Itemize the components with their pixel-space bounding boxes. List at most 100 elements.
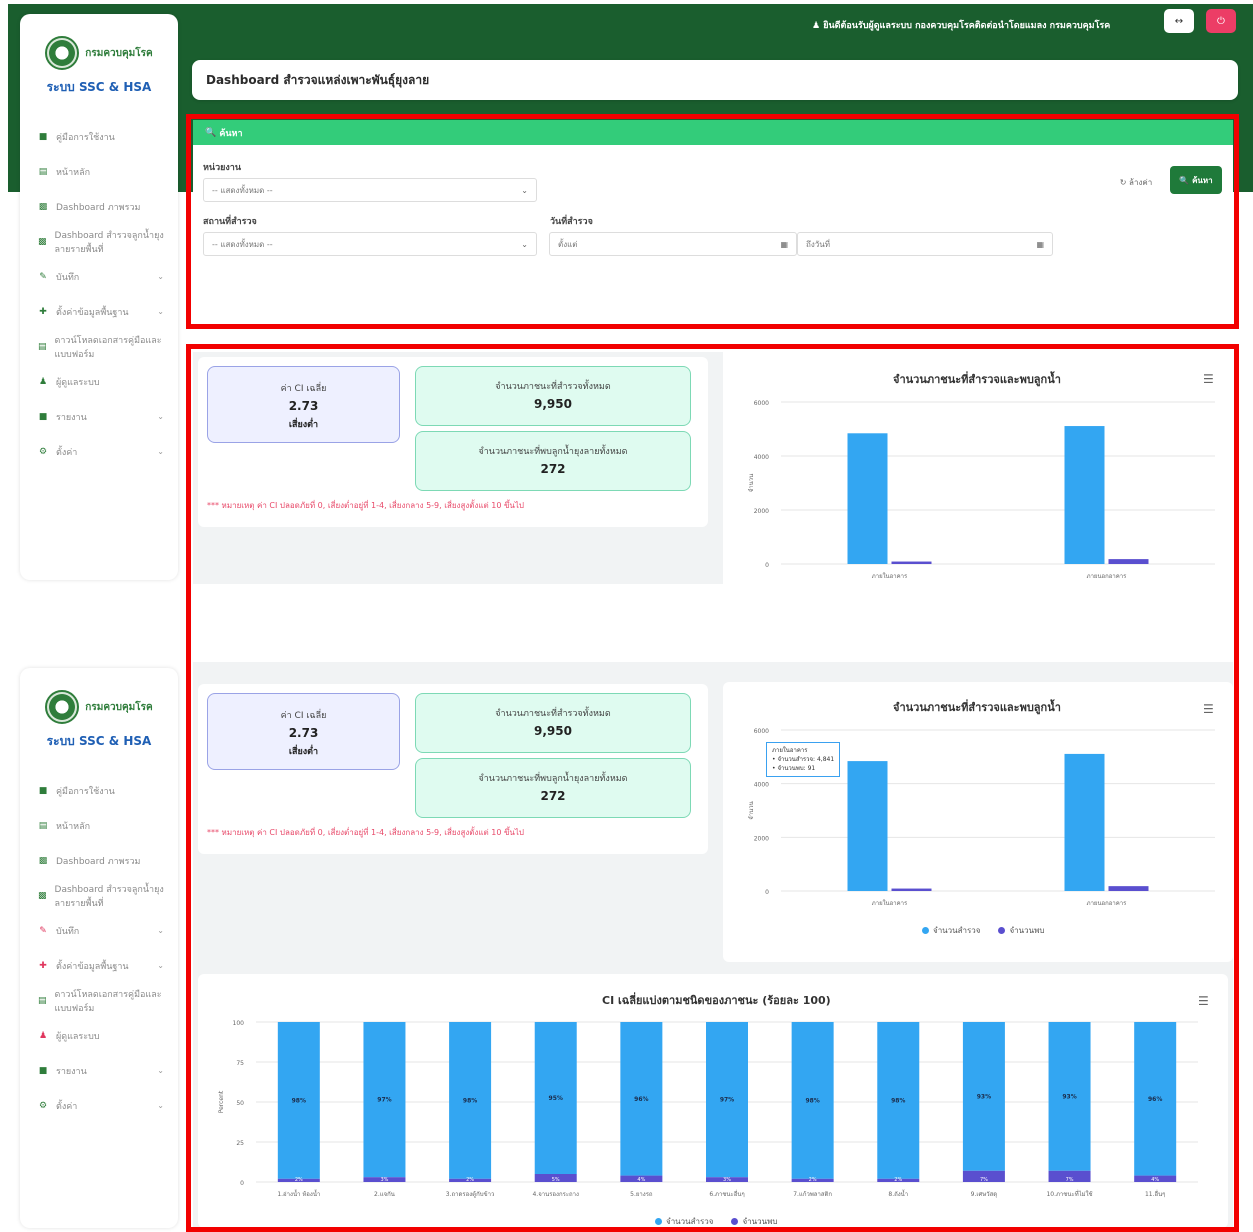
ci-average-box: ค่า CI เฉลี่ย 2.73 เสี่ยงต่ำ: [207, 693, 400, 770]
surveyed-value: 9,950: [534, 724, 572, 738]
sidebar-item-report[interactable]: ■ รายงาน ⌄: [20, 1053, 178, 1088]
sidebar-item-dashboard-area[interactable]: ▩ Dashboard สำรวจลูกน้ำยุงลายรายพื้นที่: [20, 224, 178, 259]
search-icon: 🔍: [1179, 175, 1193, 185]
ci-value: 2.73: [288, 726, 319, 740]
x-tick-label: 1.อ่างน้ำ ห้องน้ำ: [277, 1188, 320, 1198]
system-title: ระบบ SSC & HSA: [46, 80, 152, 94]
gear-icon: ⚙: [38, 446, 48, 457]
calendar-icon: ▦: [1036, 239, 1044, 249]
date-to-input[interactable]: ถึงวันที่ ▦: [797, 232, 1053, 256]
ci-note: *** หมายเหตุ ค่า CI ปลอดภัยที่ 0, เสี่ยง…: [207, 828, 524, 837]
y-tick-label: 100: [233, 1020, 245, 1027]
data-label: 2%: [295, 1177, 303, 1183]
search-panel-header: 🔍 ค้นหา: [193, 120, 1233, 145]
chart-icon: ▩: [38, 236, 47, 247]
sidebar-item-home[interactable]: ▤ หน้าหลัก: [20, 154, 178, 189]
user-icon: ♟: [38, 1030, 48, 1041]
y-tick-label: 6000: [754, 728, 769, 735]
unit-select[interactable]: -- แสดงทั้งหมด -- ⌄: [203, 178, 537, 202]
found-count-box: จำนวนภาชนะที่พบลูกน้ำยุงลายทั้งหมด 272: [415, 758, 691, 818]
sidebar-item-settings[interactable]: ⚙ ตั้งค่า ⌄: [20, 1088, 178, 1123]
legend-item-found[interactable]: จำนวนพบ: [731, 1215, 777, 1228]
chevron-down-icon: ⌄: [157, 412, 164, 421]
container-chart-svg-2: 0 2000 4000 6000 จำนวนภายในอาคาร ภายนอกอาคาร: [748, 728, 1215, 907]
ddc-seal-icon: [45, 690, 80, 724]
ddc-seal-icon: [45, 36, 80, 70]
x-tick-label: ภายนอกอาคาร: [1087, 573, 1128, 580]
sidebar-item-admin[interactable]: ♟ ผู้ดูแลระบบ: [20, 364, 178, 399]
power-icon: ⏻: [1217, 15, 1225, 27]
data-label: 98%: [292, 1097, 306, 1104]
bar: [1064, 753, 1105, 891]
chevron-down-icon: ⌄: [157, 307, 164, 316]
data-label: 5%: [552, 1177, 560, 1183]
bar: [891, 561, 932, 564]
chevron-down-icon: ⌄: [157, 961, 164, 970]
gear-icon: ⚙: [38, 1100, 48, 1111]
sidebar-item-home[interactable]: ▤ หน้าหลัก: [20, 808, 178, 843]
document-icon: ▤: [38, 341, 47, 352]
reset-button[interactable]: ↻ ล้างค่า: [1110, 170, 1162, 194]
chevron-down-icon: ⌄: [157, 926, 164, 935]
x-tick-label: 3.ถาดรองตู้กับข้าว: [446, 1191, 495, 1198]
data-label: 2%: [466, 1177, 474, 1183]
logout-button[interactable]: ⏻: [1206, 9, 1236, 33]
sidebar-item-manual[interactable]: ■ คู่มือการใช้งาน: [20, 773, 178, 808]
sidebar-item-manual[interactable]: ■ คู่มือการใช้งาน: [20, 119, 178, 154]
page-title: Dashboard สำรวจแหล่งเพาะพันธุ์ยุงลาย: [192, 60, 1238, 100]
legend-item-surveyed[interactable]: จำนวนสำรวจ: [922, 924, 980, 937]
x-tick-label: 8.ถังน้ำ: [888, 1188, 908, 1198]
data-label: 96%: [634, 1096, 648, 1103]
home-icon: ▤: [38, 166, 48, 177]
sidebar-item-dashboard[interactable]: ▩ Dashboard ภาพรวม: [20, 843, 178, 878]
data-label: 3%: [380, 1177, 388, 1183]
data-label: 98%: [463, 1097, 477, 1104]
chart-tooltip: ภายในอาคาร • จำนวนสำรวจ: 4,841 • จำนวนพบ…: [766, 742, 841, 777]
x-tick-label: 4.จานรองกระถาง: [532, 1191, 579, 1198]
sidebar-item-report[interactable]: ■ รายงาน ⌄: [20, 399, 178, 434]
sidebar-item-download[interactable]: ▤ ดาวน์โหลดเอกสารคู่มือและแบบฟอร์ม: [20, 983, 178, 1018]
place-select[interactable]: -- แสดงทั้งหมด -- ⌄: [203, 232, 537, 256]
system-title: ระบบ SSC & HSA: [46, 734, 152, 748]
chevron-down-icon: ⌄: [157, 272, 164, 281]
user-icon: ♟: [812, 21, 824, 31]
sidebar-item-basic-settings[interactable]: ✚ ตั้งค่าข้อมูลพื้นฐาน ⌄: [20, 948, 178, 983]
sidebar: กรมควบคุมโรค ระบบ SSC & HSA ■ คู่มือการใช…: [20, 14, 178, 580]
legend-item-surveyed[interactable]: จำนวนสำรวจ: [655, 1215, 713, 1228]
chevron-down-icon: ⌄: [521, 239, 528, 249]
x-tick-label: ภายนอกอาคาร: [1087, 900, 1128, 907]
sidebar-item-basic-settings[interactable]: ✚ ตั้งค่าข้อมูลพื้นฐาน ⌄: [20, 294, 178, 329]
chart-legend: จำนวนสำรวจ จำนวนพบ: [922, 924, 1044, 937]
sidebar-item-record[interactable]: ✎ บันทึก ⌄: [20, 913, 178, 948]
y-tick-label: 50: [236, 1100, 244, 1107]
sidebar-item-record[interactable]: ✎ บันทึก ⌄: [20, 259, 178, 294]
ci-level: เสี่ยงต่ำ: [288, 747, 319, 757]
found-value: 272: [540, 462, 566, 476]
container-chart-svg: 0 2000 4000 6000 จำนวนภายในอาคาร ภายนอกอาคาร: [748, 400, 1215, 580]
sidebar-item-download[interactable]: ▤ ดาวน์โหลดเอกสารคู่มือและแบบฟอร์ม: [20, 329, 178, 364]
found-count-box: จำนวนภาชนะที่พบลูกน้ำยุงลายทั้งหมด 272: [415, 431, 691, 491]
ci-level: เสี่ยงต่ำ: [288, 420, 319, 430]
sidebar-item-dashboard[interactable]: ▩ Dashboard ภาพรวม: [20, 189, 178, 224]
legend-item-found[interactable]: จำนวนพบ: [998, 924, 1044, 937]
y-axis-label: Percent: [218, 1090, 225, 1113]
document-icon: ▤: [38, 995, 47, 1006]
x-tick-label: 10.ภาชนะที่ไม่ใช้: [1046, 1190, 1092, 1198]
sidebar-item-dashboard-area[interactable]: ▩ Dashboard สำรวจลูกน้ำยุงลายรายพื้นที่: [20, 878, 178, 913]
surveyed-label: จำนวนภาชนะที่สำรวจทั้งหมด: [495, 709, 611, 719]
edit-icon: ✎: [39, 271, 47, 282]
bar: [847, 761, 888, 891]
collapse-button[interactable]: ↔: [1164, 9, 1194, 33]
sidebar-item-settings[interactable]: ⚙ ตั้งค่า ⌄: [20, 434, 178, 469]
logo-text: กรมควบคุมโรค: [85, 47, 153, 59]
book-icon: ■: [38, 785, 48, 796]
data-label: 98%: [805, 1097, 819, 1104]
settings-icon: ✚: [39, 306, 47, 317]
x-tick-label: ภายในอาคาร: [872, 572, 908, 580]
date-from-input[interactable]: ตั้งแต่ ▦: [549, 232, 797, 256]
search-button[interactable]: 🔍 ค้นหา: [1170, 166, 1222, 194]
report-icon: ■: [38, 411, 48, 422]
sidebar-item-admin[interactable]: ♟ ผู้ดูแลระบบ: [20, 1018, 178, 1053]
logo-text: กรมควบคุมโรค: [85, 701, 153, 713]
data-label: 7%: [980, 1177, 988, 1183]
